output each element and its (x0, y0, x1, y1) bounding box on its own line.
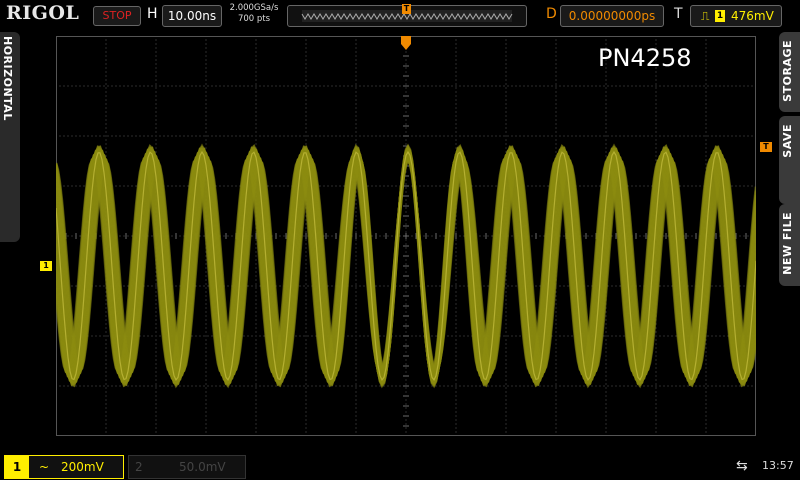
memory-overview: T (287, 4, 527, 27)
bottom-status-bar: 1 ~ 200mV 2 50.0mV ⇆ 13:57 (0, 452, 800, 480)
trigger-level: 476mV (731, 9, 774, 23)
ch2-number: 2 (135, 460, 143, 474)
storage-menu-tab[interactable]: STORAGE (779, 32, 800, 112)
delay-value[interactable]: 0.00000000ps (560, 5, 664, 27)
memory-depth: 700 pts (237, 14, 271, 24)
ch1-offset-marker[interactable]: 1 (40, 261, 52, 271)
save-menu-tab[interactable]: SAVE (779, 116, 800, 204)
new-file-tab-label: NEW FILE (781, 212, 794, 275)
sample-rate-info: 2.000GSa/s 700 pts (226, 3, 282, 25)
ch1-scale: 200mV (61, 460, 104, 474)
rising-edge-icon: ⎍ (701, 9, 710, 23)
trigger-channel-badge: 1 (715, 10, 725, 22)
system-clock: 13:57 (762, 459, 794, 472)
ch1-settings[interactable]: 1 ~ 200mV (4, 455, 124, 479)
new-file-menu-tab[interactable]: NEW FILE (779, 204, 800, 286)
trigger-label: T (674, 6, 683, 22)
waveform-graticule (56, 36, 756, 436)
run-stop-status[interactable]: STOP (93, 6, 141, 26)
trigger-position-marker (401, 36, 411, 50)
ch1-number: 1 (5, 456, 29, 478)
waveform-display[interactable] (56, 36, 756, 436)
softkey-menu: STORAGE SAVE NEW FILE (779, 32, 800, 287)
trigger-level-marker[interactable]: T (760, 142, 772, 152)
usb-icon: ⇆ (736, 458, 748, 474)
screen-overlay-label: PN4258 (598, 44, 692, 72)
memory-trigger-marker: T (402, 4, 411, 14)
ch2-settings[interactable]: 2 50.0mV (128, 455, 246, 479)
storage-tab-label: STORAGE (781, 40, 794, 102)
ch2-scale: 50.0mV (179, 460, 226, 474)
top-status-bar: RIGOL STOP H 10.00ns 2.000GSa/s 700 pts … (0, 0, 800, 30)
trigger-settings[interactable]: ⎍ 1 476mV (690, 5, 782, 27)
horizontal-label: H (147, 6, 158, 22)
timebase-value[interactable]: 10.00ns (162, 5, 222, 27)
sample-rate: 2.000GSa/s (229, 3, 279, 13)
brand-logo: RIGOL (6, 2, 80, 24)
delay-label: D (546, 6, 557, 22)
save-tab-label: SAVE (781, 124, 794, 158)
horizontal-tab-label: HORIZONTAL (1, 36, 14, 121)
horizontal-menu-tab[interactable]: HORIZONTAL (0, 32, 20, 242)
ch1-coupling: ~ (39, 460, 50, 474)
